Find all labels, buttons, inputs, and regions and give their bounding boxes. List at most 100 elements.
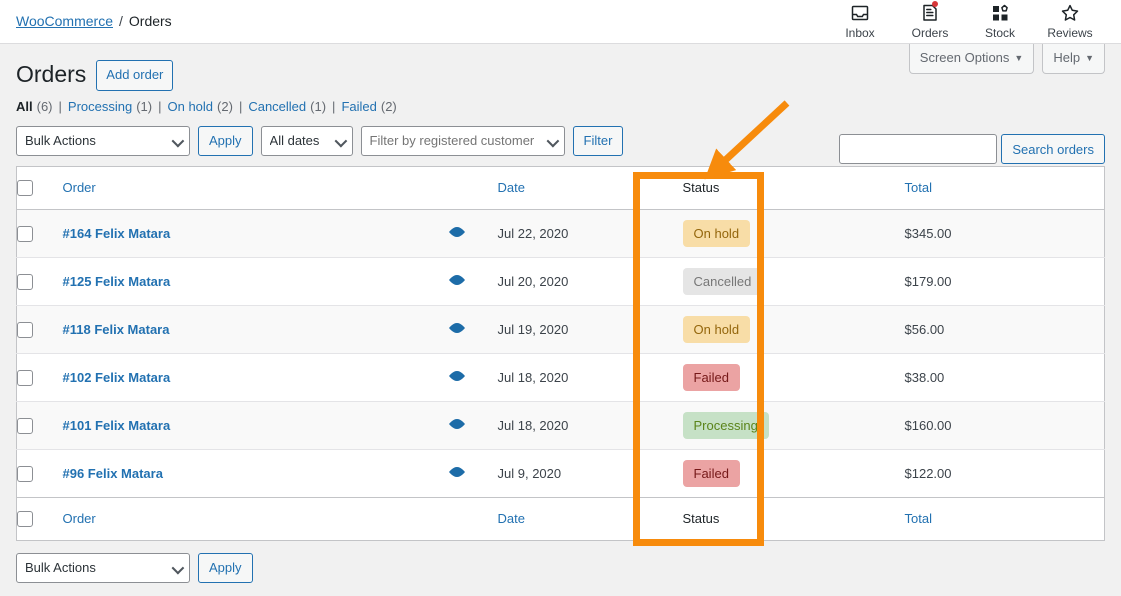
row-select-cell	[16, 353, 63, 402]
status-filter-cancelled-link[interactable]: Cancelled	[248, 99, 306, 114]
status-filter-processing-count: (1)	[136, 98, 153, 114]
table-row[interactable]: #101 Felix Matara Jul 18, 2020 Processin…	[16, 401, 1105, 450]
row-select-cell	[16, 305, 63, 354]
table-row[interactable]: #125 Felix Matara Jul 20, 2020 Cancelled…	[16, 257, 1105, 306]
preview-eye-icon[interactable]	[448, 418, 466, 433]
status-filter-on-hold-link[interactable]: On hold	[168, 99, 214, 114]
help-button[interactable]: Help ▼	[1042, 44, 1105, 74]
order-link[interactable]: #125 Felix Matara	[63, 274, 171, 289]
order-link[interactable]: #96 Felix Matara	[63, 466, 163, 481]
column-header-date-link[interactable]: Date	[498, 180, 525, 195]
nav-item-inbox[interactable]: Inbox	[825, 2, 895, 40]
row-checkbox[interactable]	[17, 225, 33, 242]
dates-filter-select[interactable]: All dates	[260, 125, 353, 156]
date-cell: Jul 22, 2020	[497, 209, 683, 258]
preview-eye-icon[interactable]	[448, 370, 466, 385]
row-checkbox[interactable]	[17, 369, 33, 386]
column-header-date[interactable]: Date	[497, 166, 683, 210]
status-filter-failed-link[interactable]: Failed	[341, 99, 376, 114]
column-footer-order-link[interactable]: Order	[63, 511, 96, 526]
search-orders-button[interactable]: Search orders	[1001, 134, 1105, 164]
column-header-total[interactable]: Total	[904, 166, 1105, 210]
filter-button[interactable]: Filter	[572, 125, 624, 156]
select-all-checkbox[interactable]	[17, 180, 33, 197]
preview-eye-icon[interactable]	[448, 466, 466, 481]
table-row[interactable]: #96 Felix Matara Jul 9, 2020 Failed $122…	[16, 449, 1105, 498]
row-checkbox[interactable]	[17, 417, 33, 434]
preview-eye-icon[interactable]	[448, 226, 466, 241]
status-filter-list: All (6) | Processing (1) | On hold (2) |…	[16, 99, 1105, 114]
column-footer-total[interactable]: Total	[904, 496, 1105, 541]
status-badge: On hold	[682, 315, 751, 344]
select-all-checkbox-footer[interactable]	[17, 511, 33, 528]
row-checkbox[interactable]	[17, 321, 33, 338]
column-footer-date-link[interactable]: Date	[498, 511, 525, 526]
order-link[interactable]: #164 Felix Matara	[63, 226, 171, 241]
search-input[interactable]	[839, 134, 998, 164]
table-header-row: Order Date Status Total	[16, 166, 1105, 210]
status-badge: Cancelled	[682, 267, 763, 296]
customer-filter-select[interactable]: Filter by registered customer	[360, 125, 565, 156]
status-badge: Processing	[682, 411, 769, 440]
status-filter-all-count: (6)	[36, 98, 53, 114]
apply-button-bottom[interactable]: Apply	[198, 552, 253, 583]
add-order-button[interactable]: Add order	[96, 60, 174, 91]
column-header-order[interactable]: Order	[62, 166, 498, 210]
status-filter-processing-link[interactable]: Processing	[68, 99, 132, 114]
tablenav-bottom: Bulk Actions Apply	[16, 552, 1105, 583]
preview-cell	[448, 449, 498, 497]
top-bar: WooCommerce / Orders Inbox Orders Stock …	[0, 0, 1121, 44]
nav-item-stock[interactable]: Stock	[965, 2, 1035, 40]
table-row[interactable]: #118 Felix Matara Jul 19, 2020 On hold $…	[16, 305, 1105, 354]
status-filter-on-hold-count: (2)	[217, 98, 233, 114]
status-filter-failed-count: (2)	[380, 98, 397, 114]
status-filter-processing[interactable]: Processing (1) |	[68, 99, 168, 114]
order-link[interactable]: #102 Felix Matara	[63, 370, 171, 385]
preview-cell	[447, 209, 498, 258]
status-badge: Failed	[682, 459, 740, 488]
status-filter-failed[interactable]: Failed (2)	[341, 99, 396, 114]
bulk-actions-select[interactable]: Bulk Actions	[16, 125, 190, 156]
total-cell: $122.00	[904, 465, 952, 481]
status-cell: Failed	[682, 353, 905, 402]
date-cell: Jul 19, 2020	[497, 305, 683, 354]
preview-cell	[447, 257, 498, 306]
status-badge: On hold	[682, 219, 751, 248]
status-filter-on-hold[interactable]: On hold (2) |	[168, 99, 249, 114]
column-footer-total-link[interactable]: Total	[905, 511, 932, 526]
breadcrumb-current: Orders	[128, 13, 172, 29]
row-checkbox[interactable]	[17, 273, 33, 290]
apply-button-top[interactable]: Apply	[198, 125, 253, 156]
reviews-star-icon	[1060, 2, 1080, 24]
nav-item-reviews-label: Reviews	[1047, 26, 1093, 40]
status-filter-all-link[interactable]: All	[16, 99, 33, 114]
breadcrumb-woocommerce[interactable]: WooCommerce	[16, 13, 113, 29]
status-cell: On hold	[682, 209, 905, 258]
column-footer-date[interactable]: Date	[497, 496, 683, 541]
column-header-order-link[interactable]: Order	[63, 180, 96, 195]
nav-item-reviews[interactable]: Reviews	[1035, 2, 1105, 40]
column-footer-status: Status	[682, 496, 905, 541]
screen-options-button[interactable]: Screen Options ▼	[908, 44, 1035, 74]
table-row[interactable]: #164 Felix Matara Jul 22, 2020 On hold $…	[16, 209, 1105, 258]
column-header-total-link[interactable]: Total	[905, 180, 932, 195]
preview-eye-icon[interactable]	[448, 322, 466, 337]
column-footer-order[interactable]: Order	[62, 496, 498, 541]
order-cell: #96 Felix Matara	[63, 449, 448, 497]
status-filter-cancelled[interactable]: Cancelled (1) |	[248, 99, 341, 114]
row-checkbox[interactable]	[17, 465, 33, 482]
nav-item-orders[interactable]: Orders	[895, 1, 965, 40]
breadcrumb-separator: /	[119, 13, 123, 29]
status-cell: Cancelled	[682, 257, 905, 306]
bulk-actions-select-bottom[interactable]: Bulk Actions	[16, 552, 190, 583]
total-cell: $38.00	[904, 353, 1105, 402]
order-link[interactable]: #118 Felix Matara	[63, 322, 170, 337]
status-badge: Failed	[682, 363, 740, 392]
table-row[interactable]: #102 Felix Matara Jul 18, 2020 Failed $3…	[16, 353, 1105, 402]
preview-eye-icon[interactable]	[448, 274, 466, 289]
status-filter-all[interactable]: All (6) |	[16, 99, 68, 114]
order-link[interactable]: #101 Felix Matara	[63, 418, 171, 433]
screen-meta-links: Screen Options ▼ Help ▼	[908, 44, 1105, 74]
select-all-header	[16, 166, 63, 210]
nav-item-stock-label: Stock	[984, 26, 1015, 40]
